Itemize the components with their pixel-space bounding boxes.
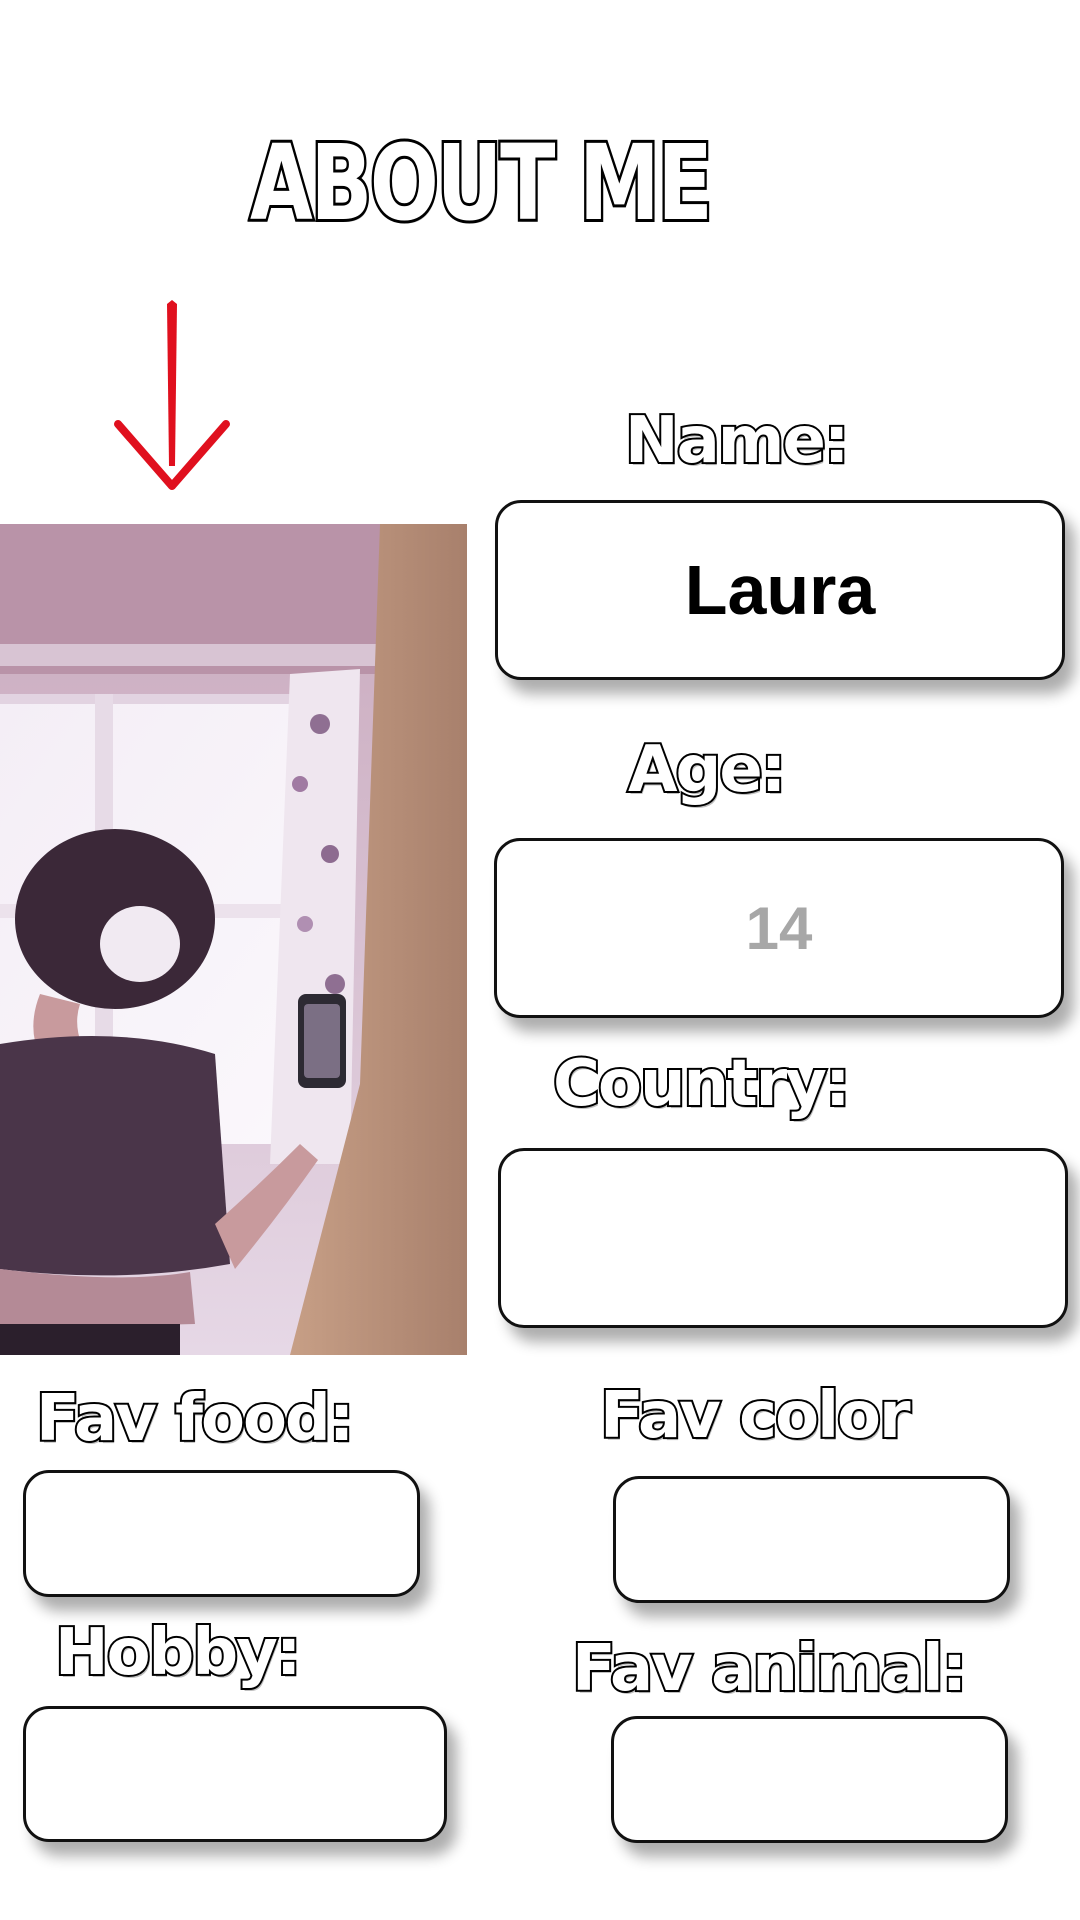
fav-animal-field[interactable] <box>611 1716 1008 1843</box>
fav-color-field[interactable] <box>613 1476 1010 1603</box>
country-field[interactable] <box>498 1148 1068 1328</box>
fav-color-label: Fav color <box>598 1377 913 1455</box>
hobby-field[interactable] <box>23 1706 447 1842</box>
page-title: ABOUT ME <box>248 119 715 247</box>
name-label: Name: <box>623 402 851 480</box>
age-value: 14 <box>745 894 813 962</box>
fav-food-field[interactable] <box>23 1470 420 1597</box>
red-down-arrow-icon <box>114 300 230 490</box>
fav-animal-label: Fav animal: <box>570 1630 969 1708</box>
hobby-label: Hobby: <box>53 1614 303 1692</box>
name-field[interactable]: Laura <box>495 500 1065 680</box>
fav-food-label: Fav food: <box>34 1380 356 1458</box>
age-field[interactable]: 14 <box>494 838 1064 1018</box>
name-value: Laura <box>684 551 876 629</box>
country-label: Country: <box>551 1045 853 1123</box>
age-label: Age: <box>626 731 788 809</box>
profile-photo <box>0 524 467 1355</box>
